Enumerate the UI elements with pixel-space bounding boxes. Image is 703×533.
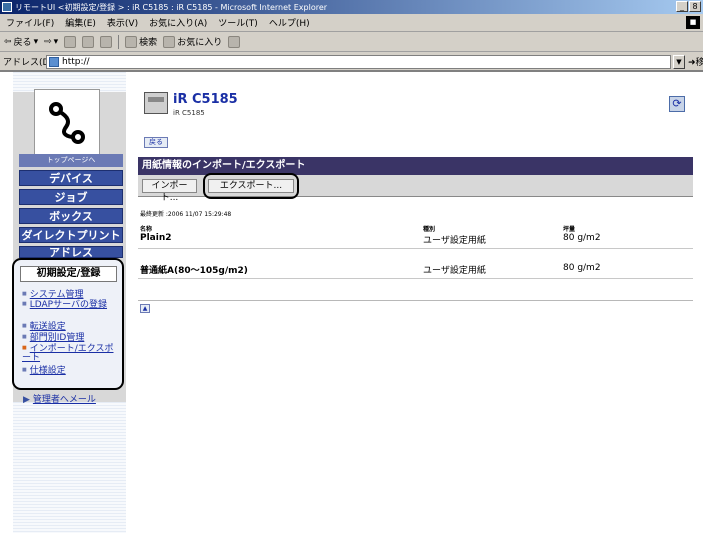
remote-ui-logo-icon: [49, 102, 85, 144]
menu-file[interactable]: ファイル(F): [6, 16, 54, 29]
remote-ui-logo: [34, 89, 100, 155]
table-row-1-name[interactable]: Plain2: [140, 233, 172, 243]
sidebar-item-system-management[interactable]: システム管理: [22, 290, 84, 300]
back-arrow-icon: ⇦: [4, 36, 12, 47]
nav-address-button[interactable]: アドレス: [19, 246, 123, 258]
table-row-2-weight: 80 g/m2: [563, 263, 601, 273]
address-dropdown-button[interactable]: ▼: [673, 55, 685, 69]
menu-help[interactable]: ヘルプ(H): [269, 16, 310, 29]
back-link-button[interactable]: 戻る: [144, 137, 168, 148]
chevron-down-icon: ▾: [33, 36, 39, 47]
back-button[interactable]: ⇦ 戻る ▾: [4, 35, 39, 49]
row-divider: [138, 278, 693, 279]
settings-registration-group: 初期設定/登録 システム管理 LDAPサーバの登録 転送設定 部門別ID管理 イ…: [12, 258, 124, 390]
nav-direct-print-button[interactable]: ダイレクトプリント: [19, 227, 123, 243]
chevron-down-icon: ▾: [53, 36, 59, 47]
menu-favorites[interactable]: お気に入り(A): [149, 16, 207, 29]
favorites-label: お気に入り: [177, 38, 223, 48]
arrow-up-icon: ▲: [142, 305, 148, 312]
sidebar-item-transfer-settings[interactable]: 転送設定: [22, 322, 66, 332]
nav-box-button[interactable]: ボックス: [19, 208, 123, 224]
go-label: 移動: [695, 58, 703, 68]
windows-logo-icon: ■: [686, 16, 700, 29]
go-button[interactable]: ➜移動: [688, 55, 703, 68]
favorites-button[interactable]: お気に入り: [163, 35, 222, 48]
table-row-2-name[interactable]: 普通紙A(80～105g/m2): [140, 263, 248, 276]
refresh-icon: ⟳: [672, 97, 682, 110]
mail-admin-label: 管理者へメール: [32, 395, 96, 405]
menu-view[interactable]: 表示(V): [107, 16, 138, 29]
sidebar-item-specification-settings[interactable]: 仕様設定: [22, 366, 66, 376]
search-button[interactable]: 検索: [125, 35, 157, 48]
printer-icon: [144, 92, 168, 114]
stop-icon[interactable]: [64, 35, 77, 48]
last-updated: 最終更新 :2006 11/07 15:29:48: [140, 211, 232, 218]
window-title: リモートUI <初期設定/登録 > : iR C5185 : iR C5185 …: [15, 2, 328, 12]
table-row-1-weight: 80 g/m2: [563, 233, 601, 243]
back-label: 戻る: [13, 38, 32, 48]
page-content: トップページへ デバイス ジョブ ボックス ダイレクトプリント アドレス 初期設…: [0, 72, 703, 533]
section-divider: [138, 300, 693, 301]
top-page-button[interactable]: トップページへ: [19, 154, 123, 167]
menu-tools[interactable]: ツール(T): [218, 16, 258, 29]
table-row-2-type: ユーザ設定用紙: [423, 266, 486, 276]
address-input[interactable]: http://: [46, 55, 671, 69]
refresh-button[interactable]: ⟳: [669, 96, 685, 112]
go-arrow-icon: ➜: [688, 58, 696, 68]
page-icon: [49, 57, 59, 67]
sidebar-item-ldap-server[interactable]: LDAPサーバの登録: [22, 300, 117, 310]
nav-job-button[interactable]: ジョブ: [19, 189, 123, 205]
row-divider: [138, 248, 693, 249]
address-url: http://: [62, 57, 90, 67]
maximize-button[interactable]: 8: [689, 1, 701, 12]
forward-arrow-icon: ⇨: [44, 36, 52, 47]
minimize-button[interactable]: _: [676, 1, 688, 12]
table-row-1-type: ユーザ設定用紙: [423, 236, 486, 246]
nav-device-button[interactable]: デバイス: [19, 170, 123, 186]
settings-registration-title[interactable]: 初期設定/登録: [20, 266, 117, 282]
sidebar-item-import-export[interactable]: インポート/エクスポート: [22, 344, 117, 363]
home-icon[interactable]: [100, 35, 113, 48]
triangle-right-icon: ▶: [23, 395, 30, 405]
column-header-type: 種別: [423, 226, 436, 233]
sidebar: トップページへ デバイス ジョブ ボックス ダイレクトプリント アドレス 初期設…: [0, 72, 130, 533]
ie-app-icon: [2, 2, 12, 12]
page-top-button[interactable]: ▲: [140, 304, 150, 313]
window-title-bar: リモートUI <初期設定/登録 > : iR C5185 : iR C5185 …: [0, 0, 703, 14]
mail-admin-link[interactable]: ▶ 管理者へメール: [23, 392, 96, 405]
search-icon: [125, 35, 138, 48]
main-panel: iR C5185 iR C5185 ⟳ 戻る 用紙情報のインポート/エクスポート…: [130, 72, 695, 533]
export-highlight-ring: [203, 173, 299, 199]
browser-toolbar: ⇦ 戻る ▾ ⇨ ▾ 検索 お気に入り: [0, 32, 703, 52]
menu-bar: ファイル(F) 編集(E) 表示(V) お気に入り(A) ツール(T) ヘルプ(…: [0, 14, 703, 32]
toolbar-divider: [118, 34, 120, 49]
search-label: 検索: [139, 38, 158, 48]
device-model: iR C5185: [173, 109, 205, 117]
import-button[interactable]: インポート...: [142, 179, 197, 203]
device-name: iR C5185: [173, 92, 238, 107]
column-header-name: 名称: [140, 226, 153, 233]
address-bar: アドレス(D) http:// ▼ ➜移動: [0, 52, 703, 72]
column-header-weight: 坪量: [563, 226, 576, 233]
sidebar-item-department-id[interactable]: 部門別ID管理: [22, 333, 85, 343]
history-icon[interactable]: [228, 35, 241, 48]
favorites-icon: [163, 35, 176, 48]
forward-button[interactable]: ⇨ ▾: [44, 37, 58, 47]
menu-edit[interactable]: 編集(E): [65, 16, 96, 29]
refresh-icon[interactable]: [82, 35, 95, 48]
